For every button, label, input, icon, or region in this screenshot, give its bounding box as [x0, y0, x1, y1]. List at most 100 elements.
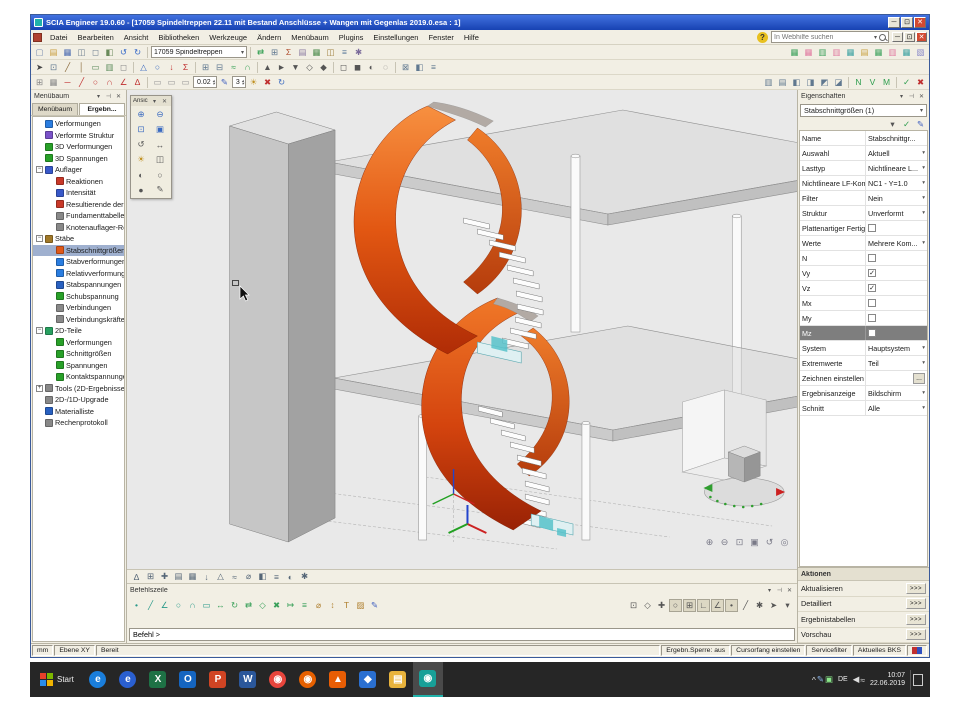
layer-filter-icon[interactable]: ≡ [427, 61, 440, 74]
section-display-icon[interactable]: ⌀ [242, 570, 255, 583]
panel-menu-icon[interactable]: ▾ [765, 586, 774, 595]
tree-item-auflager[interactable]: −Auflager [33, 164, 124, 176]
view-x-icon[interactable]: ▲ [261, 61, 274, 74]
cmd-stretch-icon[interactable]: ◇ [256, 599, 269, 612]
snap-angle-icon[interactable]: ∠ [711, 599, 724, 612]
tree-item-stabschnittgrößen[interactable]: Stabschnittgrößen [33, 245, 124, 257]
count-spinner[interactable]: 3 ▴▾ [232, 76, 246, 88]
result-v-icon[interactable]: V [866, 76, 879, 89]
property-value-auswahl[interactable]: Aktuell▾ [866, 146, 927, 160]
document-icon[interactable]: ▤ [858, 46, 871, 59]
action-ergebnistabellen-button[interactable]: >>> [906, 614, 926, 625]
tree-item-rechenprotokoll[interactable]: Rechenprotokoll [33, 417, 124, 429]
cursor-filter-icon[interactable]: ▾ [781, 599, 794, 612]
panel-menu-icon[interactable]: ▾ [897, 92, 906, 101]
minimize-button[interactable]: ─ [888, 17, 900, 28]
tray-pen-icon[interactable]: ✎ [817, 673, 824, 686]
panel-pin-icon[interactable]: ⊣ [775, 586, 784, 595]
view-y-icon[interactable]: ► [275, 61, 288, 74]
search-input[interactable] [774, 34, 872, 41]
snap-edge-icon[interactable]: ╱ [739, 599, 752, 612]
panel-close-icon[interactable]: ✕ [785, 586, 794, 595]
chevron-down-icon[interactable]: ▾ [922, 240, 925, 246]
open-project-icon[interactable]: ▤ [47, 46, 60, 59]
view-z-icon[interactable]: ▼ [289, 61, 302, 74]
tree-item-verformungen[interactable]: Verformungen [33, 118, 124, 130]
results-icon[interactable]: Σ [282, 46, 295, 59]
draw-arc-icon[interactable]: ∩ [103, 76, 116, 89]
snap-settings[interactable]: Cursorfang einstellen [731, 645, 805, 656]
menu-item-einstellungen[interactable]: Einstellungen [368, 32, 423, 43]
vp-zoom-out-icon[interactable]: ⊖ [718, 536, 731, 549]
tree-expander-icon[interactable]: − [36, 327, 43, 334]
panel-pin-icon[interactable]: ⊣ [104, 92, 113, 101]
tree-item-schnittgrößen[interactable]: Schnittgrößen [33, 348, 124, 360]
spinner-down-icon[interactable]: ▾ [213, 82, 215, 86]
axes-toggle-icon[interactable]: ∆ [130, 570, 143, 583]
scale-edit-icon[interactable]: ✎ [218, 76, 231, 89]
steel-check-icon[interactable]: ▥ [830, 46, 843, 59]
property-value-vy[interactable]: ✓ [866, 266, 927, 280]
dot-grid-icon[interactable]: ⊞ [33, 76, 46, 89]
taskbar-app-explorer[interactable]: ▤ [383, 662, 413, 697]
rotate-view-icon[interactable]: ↺ [132, 137, 150, 152]
tree-item-spannungen[interactable]: Spannungen [33, 360, 124, 372]
property-value-lasttyp[interactable]: Nichtlineare L...▾ [866, 161, 927, 175]
menu-item-bibliotheken[interactable]: Bibliotheken [153, 32, 204, 43]
new-project-icon[interactable]: ▢ [33, 46, 46, 59]
render-icon[interactable]: ◐ [365, 61, 378, 74]
properties-selector[interactable]: Stabschnittgrößen (1) ▾ [800, 104, 927, 117]
cmd-text-icon[interactable]: T [340, 599, 353, 612]
shaded-icon[interactable]: ◼ [351, 61, 364, 74]
cmd-mirror-icon[interactable]: ⇄ [242, 599, 255, 612]
tree-item-3d-spannungen[interactable]: 3D Spannungen [33, 153, 124, 165]
snap-node-icon[interactable]: • [725, 599, 738, 612]
style-box-3-icon[interactable]: ▭ [179, 76, 192, 89]
panel-icon[interactable]: ▥ [886, 46, 899, 59]
viewport-3d-scene[interactable] [127, 90, 797, 569]
property-value-ergebnisanzeige[interactable]: Bildschirm▾ [866, 386, 927, 400]
help-icon[interactable]: ? [757, 32, 768, 43]
save-icon[interactable]: ▦ [61, 46, 74, 59]
taskbar-app-app-blue[interactable]: ◆ [353, 662, 383, 697]
current-ucs[interactable]: Aktuelles BKS [853, 645, 906, 656]
property-value-werte[interactable]: Mehrere Kom...▾ [866, 236, 927, 250]
property-value-filter[interactable]: Nein▾ [866, 191, 927, 205]
property-value-mz[interactable] [866, 326, 927, 340]
iso-view-3-icon[interactable]: ◩ [818, 76, 831, 89]
tree-item-stäbe[interactable]: −Stäbe [33, 233, 124, 245]
menu-item-datei[interactable]: Datei [45, 32, 73, 43]
copy-picture-icon[interactable]: ◧ [103, 46, 116, 59]
taskbar-app-outlook[interactable]: O [173, 662, 203, 697]
property-value-schnitt[interactable]: Alle▾ [866, 401, 927, 415]
load-display-icon[interactable]: ↓ [200, 570, 213, 583]
tree-item-verformte-struktur[interactable]: Verformte Struktur [33, 130, 124, 142]
view-params-icon[interactable]: ✱ [298, 570, 311, 583]
search-icon[interactable] [879, 34, 886, 41]
erase-icon[interactable]: ✖ [261, 76, 274, 89]
mesh-icon[interactable]: ▦ [900, 46, 913, 59]
column-lower-2[interactable] [582, 421, 590, 540]
shrink-toggle-icon[interactable]: ◧ [256, 570, 269, 583]
cmd-rotate-icon[interactable]: ↻ [228, 599, 241, 612]
property-value-zeichnen-einstellen-1d[interactable]: ... [866, 371, 927, 385]
table-results-icon[interactable]: ▦ [310, 46, 323, 59]
discard-icon[interactable]: ✖ [914, 76, 927, 89]
column-icon[interactable]: │ [75, 61, 88, 74]
grid-icon[interactable]: ▦ [872, 46, 885, 59]
draw-diagonal-icon[interactable]: ╱ [75, 76, 88, 89]
layers-icon[interactable]: ≡ [338, 46, 351, 59]
language-flag-icon[interactable] [907, 645, 927, 656]
taskbar-app-firefox[interactable]: ◉ [293, 662, 323, 697]
property-value-mx[interactable] [866, 296, 927, 310]
render-toggle-icon[interactable]: ◐ [284, 570, 297, 583]
light-icon[interactable]: ☀ [132, 152, 150, 167]
property-value-extremwerte[interactable]: Teil▾ [866, 356, 927, 370]
view-settings-icon[interactable]: ✎ [151, 182, 169, 197]
tree-item-2d-teile[interactable]: −2D-Teile [33, 325, 124, 337]
cmd-extend-icon[interactable]: ↦ [284, 599, 297, 612]
print-icon[interactable]: ◫ [75, 46, 88, 59]
beam-icon[interactable]: ╱ [61, 61, 74, 74]
taskbar-app-vlc[interactable]: ▲ [323, 662, 353, 697]
service-filter[interactable]: Servicefilter [806, 645, 852, 656]
